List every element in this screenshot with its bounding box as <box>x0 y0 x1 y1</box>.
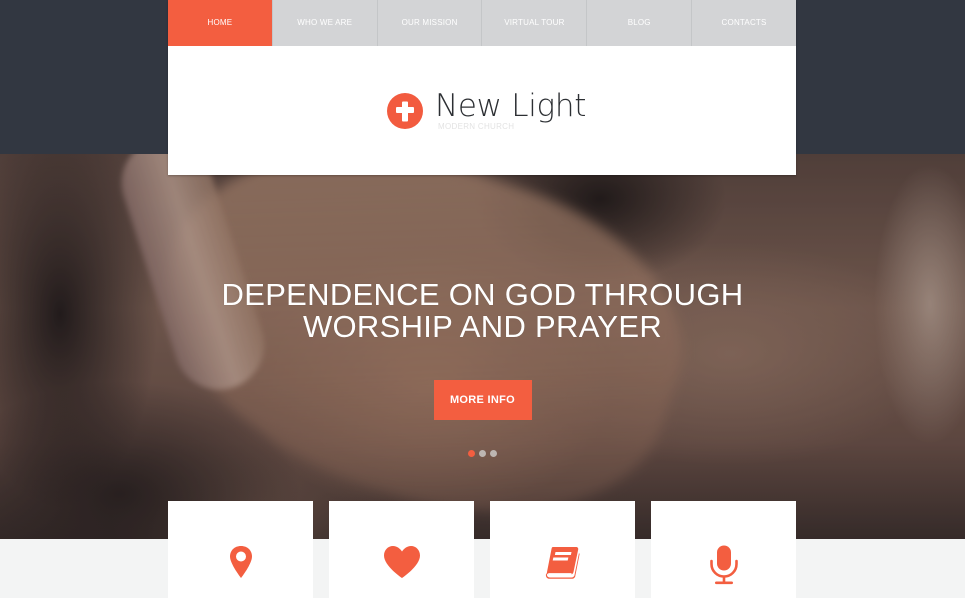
nav-item-home[interactable]: HOME <box>168 0 272 46</box>
main-nav: HOME WHO WE ARE OUR MISSION VIRTUAL TOUR… <box>168 0 796 46</box>
slider-dot-2[interactable] <box>479 450 486 457</box>
feature-card-love[interactable] <box>329 501 474 598</box>
hero-title-line-2: WORSHIP AND PRAYER <box>302 309 663 344</box>
more-info-button[interactable]: MORE INFO <box>433 380 532 420</box>
map-pin-icon <box>229 545 253 579</box>
feature-cards <box>168 501 796 598</box>
logo-name: New Light <box>435 88 587 124</box>
nav-item-who-we-are[interactable]: WHO WE ARE <box>271 0 377 46</box>
hero-slider: DEPENDENCE ON GOD THROUGH WORSHIP AND PR… <box>0 154 965 539</box>
nav-item-virtual-tour[interactable]: VIRTUAL TOUR <box>481 0 587 46</box>
cross-icon <box>387 93 423 129</box>
logo-tagline: MODERN CHURCH <box>438 122 515 131</box>
feature-card-sermons[interactable] <box>651 501 796 598</box>
feature-card-scripture[interactable] <box>490 501 635 598</box>
site-logo[interactable]: New Light MODERN CHURCH <box>387 88 607 140</box>
microphone-icon <box>709 545 739 585</box>
hero-title: DEPENDENCE ON GOD THROUGH WORSHIP AND PR… <box>0 279 965 343</box>
hero-title-line-1: DEPENDENCE ON GOD THROUGH <box>221 277 744 312</box>
hero-content: DEPENDENCE ON GOD THROUGH WORSHIP AND PR… <box>0 279 965 457</box>
nav-item-blog[interactable]: BLOG <box>586 0 692 46</box>
nav-item-our-mission[interactable]: OUR MISSION <box>376 0 482 46</box>
slider-dot-3[interactable] <box>490 450 497 457</box>
heart-icon <box>383 545 421 579</box>
book-icon <box>545 545 581 579</box>
slider-dot-1[interactable] <box>468 450 475 457</box>
slider-pagination <box>0 450 965 457</box>
feature-card-location[interactable] <box>168 501 313 598</box>
site-header: HOME WHO WE ARE OUR MISSION VIRTUAL TOUR… <box>168 0 796 175</box>
nav-item-contacts[interactable]: CONTACTS <box>691 0 796 46</box>
